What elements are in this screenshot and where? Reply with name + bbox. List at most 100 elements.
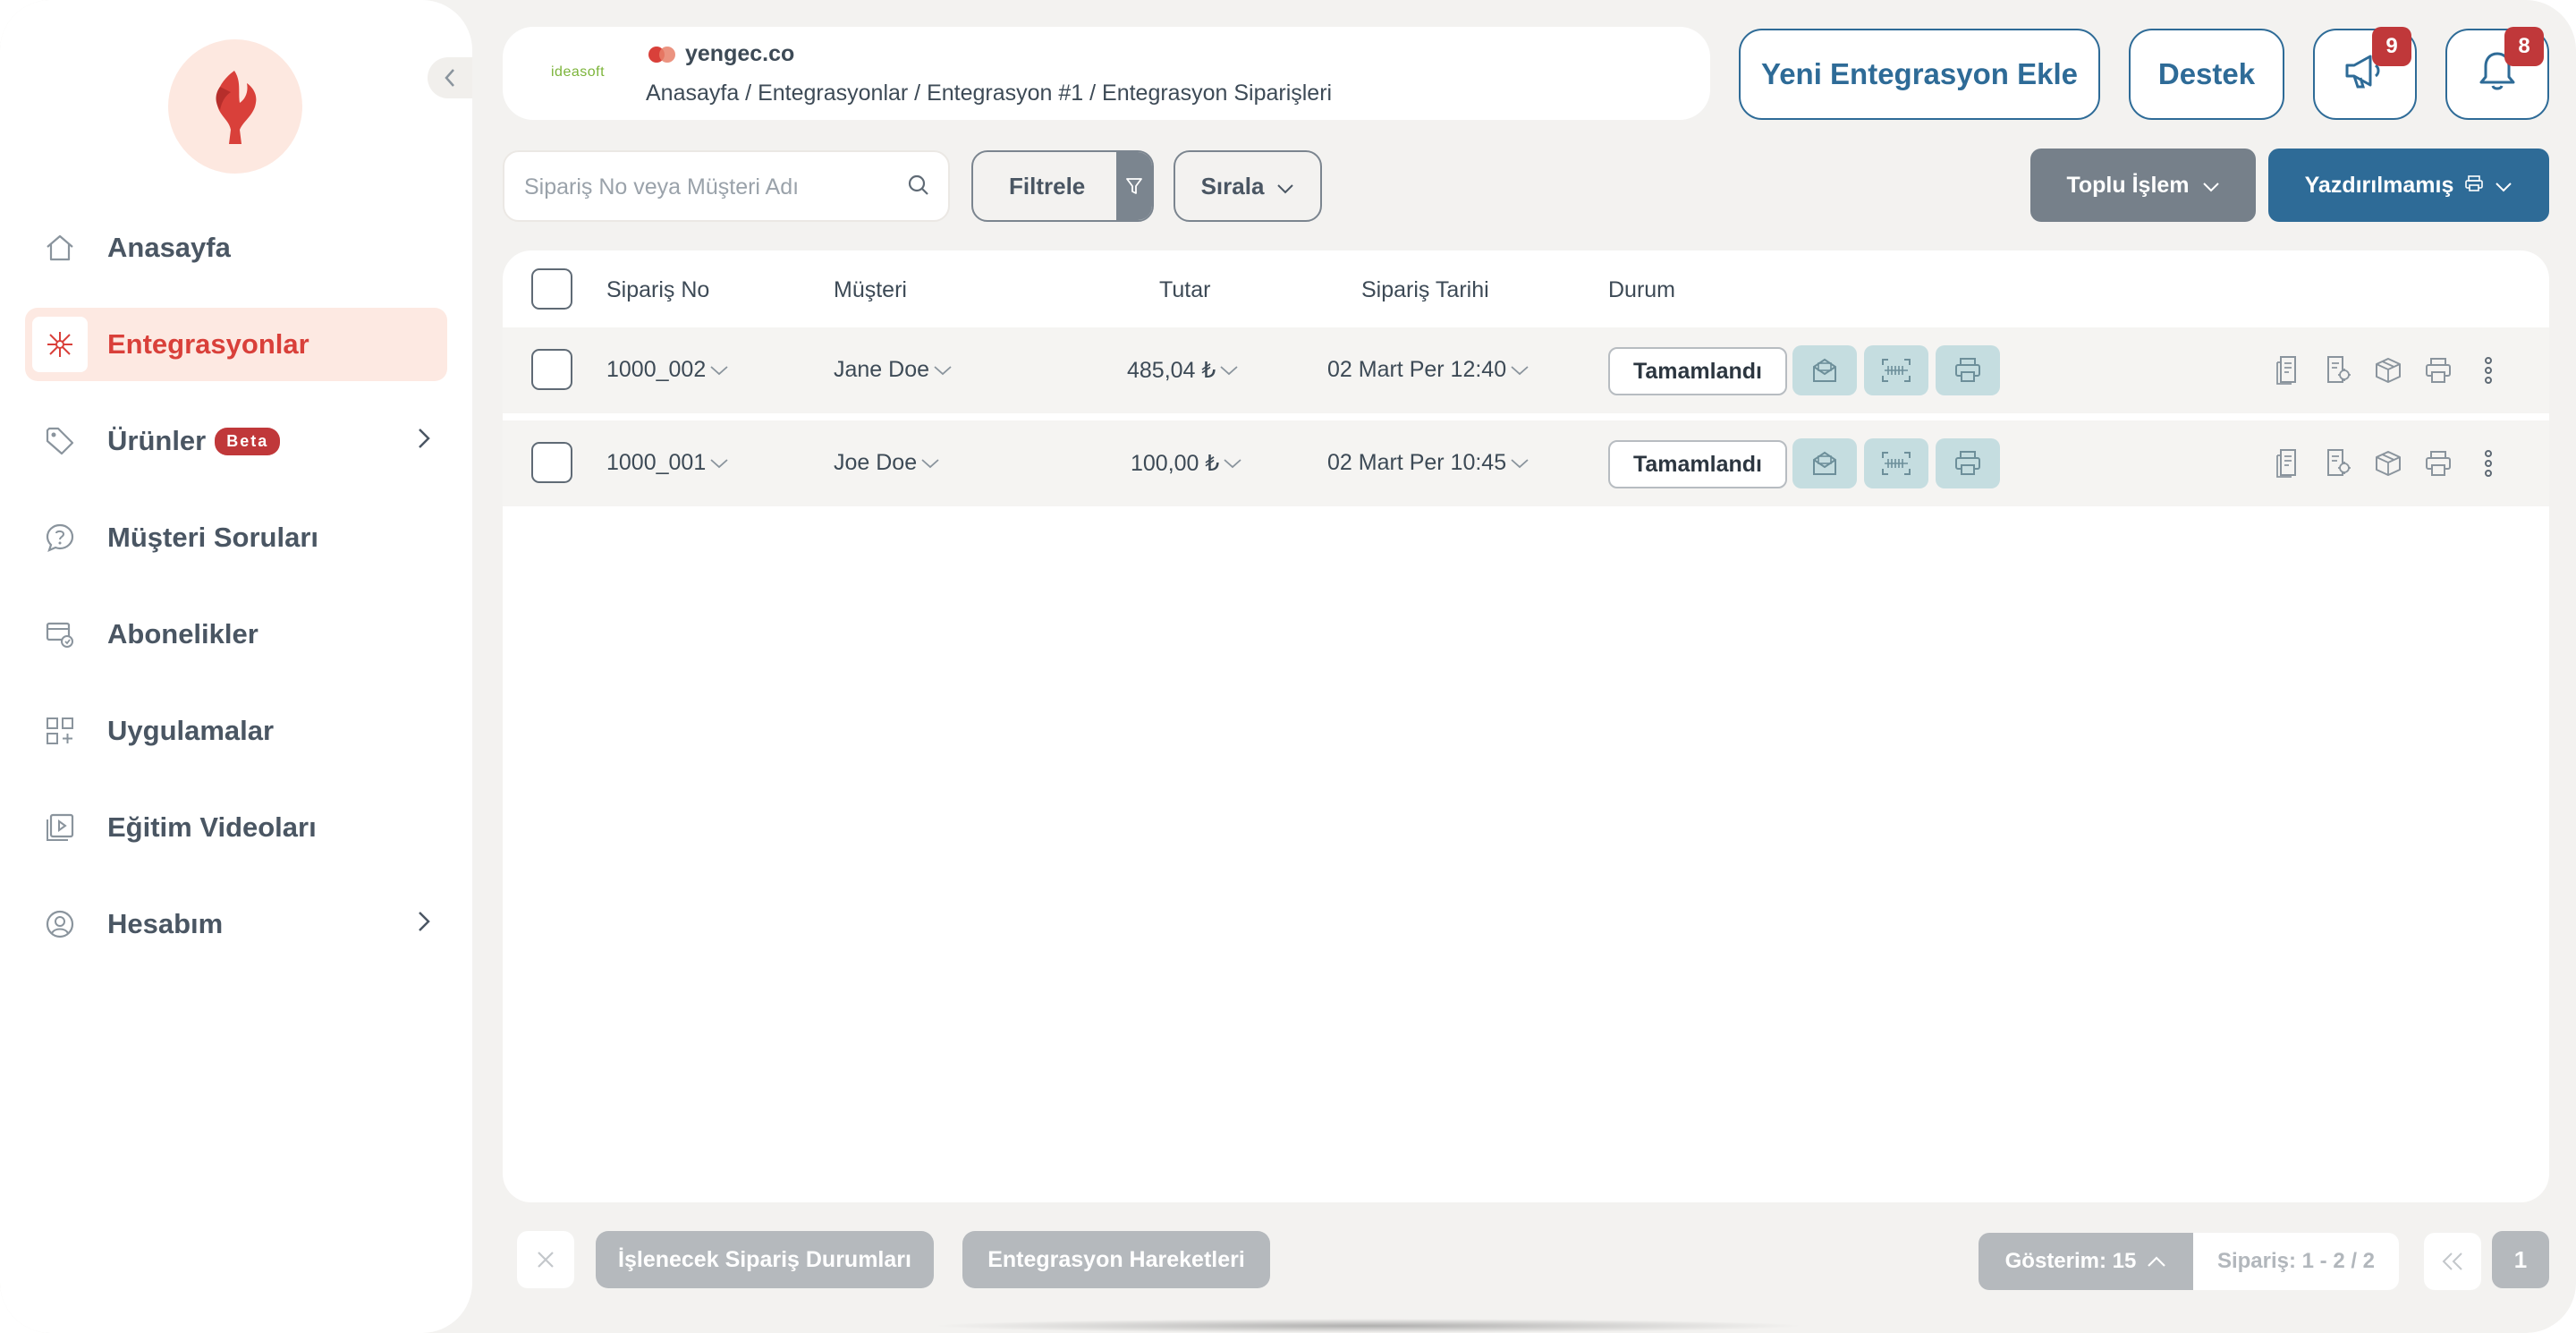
chevron-down-icon [710, 458, 728, 468]
column-header-order-no[interactable]: Sipariş No [606, 277, 709, 303]
bulk-actions-button[interactable]: Toplu İşlem [2030, 149, 2256, 222]
breadcrumb: Anasayfa / Entegrasyonlar / Entegrasyon … [646, 81, 1333, 106]
customer-cell[interactable]: Jane Doe [834, 357, 953, 383]
package-icon[interactable] [2372, 447, 2404, 480]
chevron-down-icon [1224, 459, 1241, 469]
barcode-icon [1882, 359, 1911, 382]
more-options-icon[interactable] [2472, 354, 2504, 386]
barcode-button[interactable] [1864, 438, 1928, 488]
sidebar-item-egitim-videolari[interactable]: Eğitim Videoları [25, 791, 447, 864]
sidebar-item-label: Anasayfa [107, 232, 231, 263]
more-options-icon[interactable] [2472, 447, 2504, 480]
mail-icon [1813, 451, 1836, 475]
sidebar-item-anasayfa[interactable]: Anasayfa [25, 211, 447, 284]
status-badge[interactable]: Tamamlandı [1608, 347, 1787, 395]
order-statuses-button[interactable]: İşlenecek Sipariş Durumları [596, 1231, 934, 1288]
sidebar-item-entegrasyonlar[interactable]: Entegrasyonlar [25, 308, 447, 381]
page-size-selector[interactable]: Gösterim: 15 [1979, 1233, 2193, 1290]
sidebar-item-abonelikler[interactable]: Abonelikler [25, 598, 447, 671]
invoice-settings-icon[interactable] [2322, 354, 2354, 386]
page-size-label: Gösterim: 15 [2004, 1249, 2137, 1273]
chevron-down-icon [1511, 458, 1529, 468]
table-row[interactable]: 1000_002 Jane Doe 485,04 ₺ 02 Mart Per 1… [503, 327, 2549, 413]
invoice-icon[interactable] [2272, 354, 2304, 386]
order-amount: 485,04 ₺ [1127, 358, 1216, 383]
order-date: 02 Mart Per 10:45 [1327, 450, 1507, 475]
order-date-cell[interactable]: 02 Mart Per 12:40 [1327, 357, 1530, 383]
chevron-right-icon [417, 909, 431, 938]
yengec-logo[interactable] [168, 39, 302, 174]
order-range-label: Sipariş: 1 - 2 / 2 [2193, 1233, 2399, 1290]
table-row[interactable]: 1000_001 Joe Doe 100,00 ₺ 02 Mart Per 10… [503, 420, 2549, 506]
sidebar-item-musteri-sorulari[interactable]: Müşteri Soruları [25, 501, 447, 574]
print-button[interactable] [1936, 438, 2000, 488]
customer-cell[interactable]: Joe Doe [834, 450, 940, 476]
invoice-icon[interactable] [2272, 447, 2304, 480]
column-header-amount[interactable]: Tutar [1159, 277, 1210, 303]
column-header-customer[interactable]: Müşteri [834, 277, 907, 303]
status-badge[interactable]: Tamamlandı [1608, 440, 1787, 488]
sidebar-item-label: Entegrasyonlar [107, 328, 309, 360]
send-mail-button[interactable] [1792, 345, 1857, 395]
close-button[interactable] [517, 1231, 574, 1288]
mail-icon [1813, 358, 1836, 382]
barcode-button[interactable] [1864, 345, 1928, 395]
chevron-down-icon [2495, 173, 2512, 199]
store-selector[interactable]: yengec.co [646, 41, 794, 67]
order-no-cell[interactable]: 1000_002 [606, 357, 729, 383]
bulk-actions-label: Toplu İşlem [2066, 172, 2190, 198]
chevron-down-icon [1511, 365, 1529, 375]
customer-name: Joe Doe [834, 450, 918, 475]
order-no: 1000_001 [606, 450, 707, 475]
announcements-button[interactable]: 9 [2313, 27, 2417, 120]
collapse-sidebar-button[interactable] [428, 57, 472, 98]
chevron-down-icon [2202, 173, 2220, 199]
sidebar: Anasayfa Entegrasyonlar Ürünler Beta Müş… [0, 0, 472, 1333]
search-input[interactable] [524, 168, 891, 206]
apps-grid-icon [41, 712, 79, 750]
sidebar-item-urunler[interactable]: Ürünler Beta [25, 404, 447, 478]
tag-icon [41, 422, 79, 460]
package-icon[interactable] [2372, 354, 2404, 386]
customer-name: Jane Doe [834, 357, 930, 382]
order-no-cell[interactable]: 1000_001 [606, 450, 729, 476]
notifications-button[interactable]: 8 [2445, 27, 2549, 120]
video-icon [41, 809, 79, 846]
sidebar-item-hesabim[interactable]: Hesabım [25, 887, 447, 961]
orders-table: Sipariş No Müşteri Tutar Sipariş Tarihi … [503, 250, 2549, 1202]
amount-cell[interactable]: 100,00 ₺ [1131, 450, 1242, 477]
row-checkbox[interactable] [531, 442, 572, 483]
amount-cell[interactable]: 485,04 ₺ [1127, 357, 1239, 384]
column-header-status[interactable]: Durum [1608, 277, 1675, 303]
print-status-filter-button[interactable]: Yazdırılmamış [2268, 149, 2549, 222]
print-button[interactable] [1936, 345, 2000, 395]
sort-button[interactable]: Sırala [1174, 150, 1322, 222]
order-date-cell[interactable]: 02 Mart Per 10:45 [1327, 450, 1530, 476]
previous-page-button[interactable] [2424, 1233, 2481, 1290]
printer-icon[interactable] [2422, 447, 2454, 480]
select-all-checkbox[interactable] [531, 268, 572, 310]
search-icon[interactable] [907, 174, 930, 201]
store-name: yengec.co [685, 41, 795, 66]
invoice-settings-icon[interactable] [2322, 447, 2354, 480]
sidebar-item-uygulamalar[interactable]: Uygulamalar [25, 694, 447, 768]
printer-icon[interactable] [2422, 354, 2454, 386]
window-shadow [930, 1319, 1807, 1333]
barcode-icon [1882, 452, 1911, 475]
column-header-order-date[interactable]: Sipariş Tarihi [1361, 277, 1489, 303]
integration-icon [32, 317, 88, 372]
add-integration-button[interactable]: Yeni Entegrasyon Ekle [1739, 29, 2100, 120]
integration-moves-button[interactable]: Entegrasyon Hareketleri [962, 1231, 1270, 1288]
row-checkbox[interactable] [531, 349, 572, 390]
chevron-down-icon [934, 365, 952, 375]
printer-icon [1955, 451, 1980, 475]
filter-button[interactable]: Filtrele [971, 150, 1154, 222]
page-number-button[interactable]: 1 [2492, 1231, 2549, 1288]
chevron-down-icon [921, 458, 939, 468]
announcements-count-badge: 9 [2372, 27, 2411, 66]
chevron-down-icon [1276, 173, 1294, 200]
support-button[interactable]: Destek [2129, 29, 2284, 120]
print-status-label: Yazdırılmamış [2304, 172, 2454, 198]
send-mail-button[interactable] [1792, 438, 1857, 488]
printer-icon [2464, 173, 2484, 199]
